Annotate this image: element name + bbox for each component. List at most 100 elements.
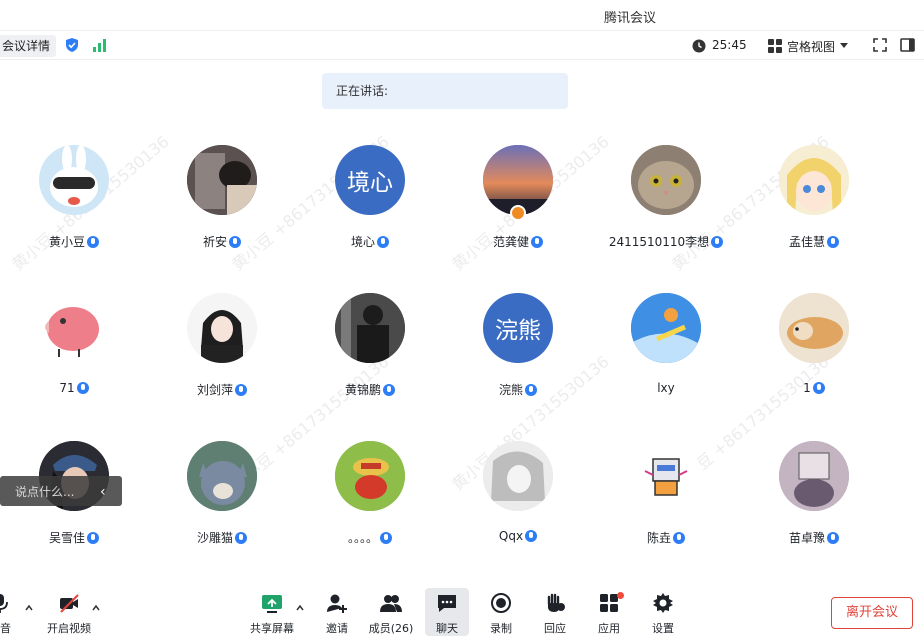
participant-tile[interactable]: 黄小豆 xyxy=(0,145,148,265)
microphone-icon xyxy=(0,594,8,613)
host-badge-icon xyxy=(510,205,526,221)
participant-tile[interactable]: 祈安 xyxy=(148,145,296,265)
grid-view-icon[interactable] xyxy=(768,39,782,53)
participant-name: 范龚健 xyxy=(492,235,529,249)
chevron-up-icon[interactable] xyxy=(296,604,304,612)
participant-name: 刘剑萍 xyxy=(196,383,233,397)
participant-tile[interactable]: 黄锦鹏 xyxy=(296,293,444,413)
participant-name: 境心 xyxy=(350,235,375,249)
start-video-button[interactable]: 开启视频 xyxy=(44,588,94,636)
participant-name: 陈垚 xyxy=(646,531,671,545)
microphone-icon xyxy=(76,382,89,394)
chevron-up-icon[interactable] xyxy=(92,604,100,612)
record-button[interactable]: 录制 xyxy=(482,588,520,636)
window-title: 腾讯会议 xyxy=(604,11,657,26)
avatar xyxy=(631,441,701,511)
share-label: 共享屏幕 xyxy=(250,622,294,635)
avatar xyxy=(779,293,849,363)
view-mode-select[interactable]: 宫格视图 xyxy=(787,38,835,55)
microphone-icon xyxy=(827,236,839,248)
participant-name: lxy xyxy=(657,381,675,395)
participant-name: 。。。。 xyxy=(347,531,378,545)
hand-icon xyxy=(547,593,565,612)
microphone-icon xyxy=(87,532,99,544)
participant-name: 吴雪佳 xyxy=(48,531,85,545)
invite-label: 邀请 xyxy=(326,622,348,635)
participant-name: 苗卓豫 xyxy=(788,531,825,545)
chat-hint[interactable]: 说点什么... xyxy=(15,483,74,500)
bottom-toolbar: 静音 开启视频 共享屏幕 邀请 成员(26) 聊天 录制 回应 应用 设置 xyxy=(0,586,924,638)
avatar xyxy=(39,293,109,363)
participant-name: 黄锦鹏 xyxy=(344,383,381,397)
collapse-icon[interactable]: ‹ xyxy=(100,484,106,500)
side-panel-icon[interactable] xyxy=(900,38,915,52)
participant-tile[interactable]: 苗卓豫 xyxy=(740,441,888,561)
participant-name: 71 xyxy=(59,381,75,395)
mute-button[interactable]: 静音 xyxy=(0,588,22,636)
microphone-icon xyxy=(673,532,685,544)
chat-label: 聊天 xyxy=(436,622,458,635)
participant-tile[interactable]: 境心 境心 xyxy=(296,145,444,265)
leave-meeting-button[interactable]: 离开会议 xyxy=(831,597,913,629)
notification-dot xyxy=(617,592,624,599)
microphone-icon xyxy=(377,236,389,248)
share-screen-button[interactable]: 共享屏幕 xyxy=(246,588,298,636)
participant-tile[interactable]: Qqx xyxy=(444,441,592,561)
active-speaker-banner: 正在讲话: xyxy=(322,73,568,109)
gear-icon xyxy=(653,593,673,613)
shield-icon[interactable] xyxy=(64,37,80,53)
settings-button[interactable]: 设置 xyxy=(644,588,682,636)
apps-label: 应用 xyxy=(598,622,620,635)
participant-tile[interactable]: 。。。。 xyxy=(296,441,444,561)
clock-icon xyxy=(692,39,706,53)
avatar xyxy=(779,145,849,215)
participant-name: 黄小豆 xyxy=(48,235,85,249)
avatar xyxy=(779,441,849,511)
microphone-icon xyxy=(531,236,543,248)
participant-tile[interactable]: 陈垚 xyxy=(592,441,740,561)
avatar xyxy=(335,441,405,511)
participant-tile[interactable]: 2411510110李想 xyxy=(592,145,740,265)
microphone-icon xyxy=(525,530,538,542)
video-label: 开启视频 xyxy=(47,622,91,635)
participant-tile[interactable]: 71 xyxy=(0,293,148,413)
microphone-icon xyxy=(711,236,724,248)
avatar xyxy=(335,293,405,363)
avatar: 浣熊 xyxy=(483,293,553,363)
members-button[interactable]: 成员(26) xyxy=(366,588,416,636)
participant-tile[interactable]: lxy xyxy=(592,293,740,413)
microphone-icon xyxy=(525,384,537,396)
react-label: 回应 xyxy=(544,622,566,635)
participant-name: 孟佳慧 xyxy=(788,235,825,249)
title-bar: 腾讯会议 xyxy=(0,0,924,30)
meeting-details-button[interactable]: 会议详情 xyxy=(0,35,57,57)
members-label: 成员(26) xyxy=(368,622,414,635)
invite-button[interactable]: 邀请 xyxy=(318,588,356,636)
avatar xyxy=(483,441,553,511)
mute-label: 静音 xyxy=(0,622,11,635)
participant-tile[interactable]: 刘剑萍 xyxy=(148,293,296,413)
members-icon xyxy=(380,595,402,612)
settings-label: 设置 xyxy=(652,622,674,635)
participant-tile[interactable]: 1 xyxy=(740,293,888,413)
avatar xyxy=(187,293,257,363)
react-button[interactable]: 回应 xyxy=(536,588,574,636)
microphone-icon xyxy=(235,532,247,544)
avatar xyxy=(631,293,701,363)
chat-popup[interactable]: 说点什么... ‹ xyxy=(0,476,122,506)
share-screen-icon xyxy=(262,595,282,613)
participant-tile[interactable]: 孟佳慧 xyxy=(740,145,888,265)
participant-tile[interactable]: 浣熊 浣熊 xyxy=(444,293,592,413)
chevron-up-icon[interactable] xyxy=(25,604,33,612)
network-signal-icon[interactable] xyxy=(92,38,108,52)
chat-button[interactable]: 聊天 xyxy=(425,588,469,636)
participant-name: 浣熊 xyxy=(498,383,523,397)
avatar xyxy=(631,145,701,215)
meeting-info-bar: 会议详情 25:45 宫格视图 xyxy=(0,30,924,60)
chevron-down-icon[interactable] xyxy=(840,43,848,48)
microphone-icon xyxy=(229,236,241,248)
fullscreen-icon[interactable] xyxy=(873,38,887,52)
add-user-icon xyxy=(327,594,347,613)
participant-name: 沙雕猫 xyxy=(196,531,233,545)
participant-tile[interactable]: 沙雕猫 xyxy=(148,441,296,561)
